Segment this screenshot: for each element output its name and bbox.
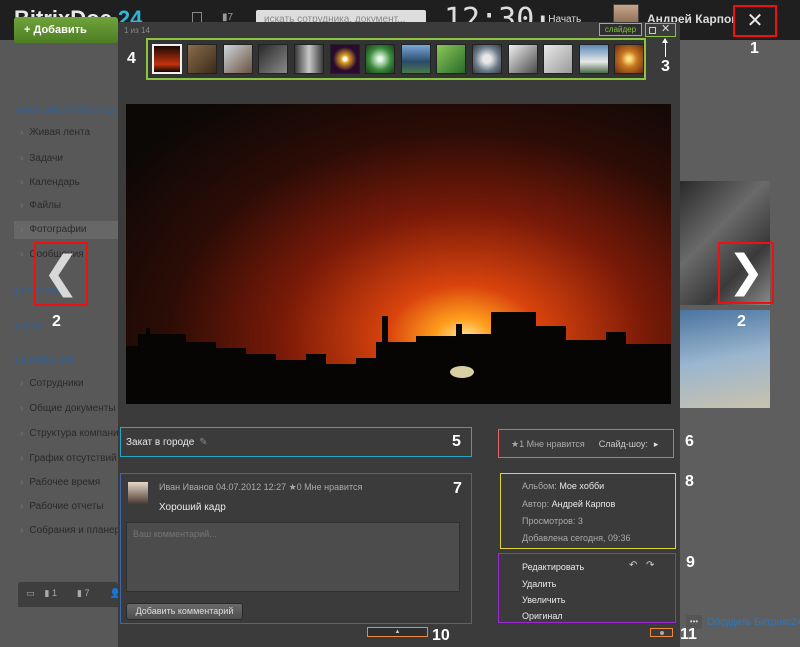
sidebar-item-meetings[interactable]: Собрания и планерки bbox=[20, 525, 118, 536]
callout-number: 10 bbox=[432, 627, 450, 644]
author-link[interactable]: Андрей Карпов bbox=[552, 499, 616, 509]
sidebar-item-employees[interactable]: Сотрудники bbox=[20, 378, 118, 389]
sidebar-item-calendar[interactable]: Календарь bbox=[20, 177, 118, 188]
main-photo[interactable] bbox=[126, 104, 671, 404]
info-album: Альбом: Мое хобби bbox=[522, 481, 605, 491]
callout-number: 11 bbox=[680, 626, 697, 643]
zoom-action[interactable]: Увеличить bbox=[522, 595, 565, 605]
callout-number: 7 bbox=[453, 480, 462, 497]
background-photo bbox=[680, 310, 770, 408]
thumbnail[interactable] bbox=[436, 44, 466, 74]
sidebar-item-live-feed[interactable]: Живая лента bbox=[20, 127, 118, 138]
sidebar-item-documents[interactable]: Общие документы bbox=[20, 403, 118, 414]
album-link[interactable]: Мое хобби bbox=[559, 481, 604, 491]
maximize-icon[interactable] bbox=[649, 27, 656, 34]
sidebar-item-files[interactable]: Файлы bbox=[20, 200, 118, 211]
discuss-link[interactable]: Обсудить Битрикс24 bbox=[707, 617, 800, 628]
close-viewer-button[interactable]: ✕ bbox=[733, 5, 777, 37]
thumbnail[interactable] bbox=[472, 44, 502, 74]
thumbnail[interactable] bbox=[330, 44, 360, 74]
add-comment-button[interactable]: Добавить комментарий bbox=[126, 603, 243, 620]
callout-number: 3 bbox=[661, 58, 670, 75]
edit-pencil-icon[interactable]: ✎ bbox=[199, 437, 207, 448]
section-crm[interactable]: ▮ CRM bbox=[14, 321, 42, 332]
like-button[interactable]: ★1 Мне нравится bbox=[511, 439, 585, 449]
thumbnail[interactable] bbox=[543, 44, 573, 74]
thumbnail[interactable] bbox=[223, 44, 253, 74]
photo-counter: 1 из 14 bbox=[124, 26, 150, 35]
comment-avatar[interactable] bbox=[128, 482, 148, 504]
original-action[interactable]: Оригинал bbox=[522, 611, 563, 621]
section-my-tools[interactable]: ▮ МОИ ИНСТРУМЕНТЫ bbox=[14, 105, 115, 116]
sidebar-item-absence[interactable]: График отсутствий bbox=[20, 453, 118, 464]
thumbnail[interactable] bbox=[258, 44, 288, 74]
rotate-right-icon[interactable]: ↷ bbox=[646, 560, 654, 571]
slider-toggle-button[interactable]: слайдер bbox=[599, 23, 642, 36]
thumbnail[interactable] bbox=[187, 44, 217, 74]
thumbnail[interactable] bbox=[294, 44, 324, 74]
city-silhouette bbox=[126, 312, 671, 404]
callout-number: 2 bbox=[737, 313, 746, 330]
callout-number: 4 bbox=[127, 50, 136, 67]
play-icon[interactable]: ▸ bbox=[654, 439, 659, 449]
add-button[interactable]: + Добавить bbox=[14, 17, 118, 43]
arrow-up-icon bbox=[662, 38, 668, 57]
sidebar-item-tasks[interactable]: Задачи bbox=[20, 153, 118, 164]
sidebar-item-photos[interactable]: Фотографии bbox=[14, 221, 118, 239]
slideshow-button[interactable]: Слайд-шоу: bbox=[599, 439, 648, 449]
prev-photo-button[interactable]: ❮ bbox=[34, 242, 88, 306]
callout-number: 8 bbox=[685, 473, 694, 490]
thumbnail[interactable] bbox=[614, 44, 644, 74]
info-author: Автор: Андрей Карпов bbox=[522, 499, 616, 509]
thumbnail[interactable] bbox=[152, 44, 182, 74]
thumbnail[interactable] bbox=[579, 44, 609, 74]
like-slideshow-bar: ★1 Мне нравится Слайд-шоу: ▸ bbox=[498, 429, 674, 458]
callout-number: 9 bbox=[686, 554, 695, 571]
thumbnail[interactable] bbox=[365, 44, 395, 74]
photo-title[interactable]: Закат в городе ✎ bbox=[120, 427, 472, 457]
info-views: Просмотров: 3 bbox=[522, 516, 583, 526]
rotate-left-icon[interactable]: ↶ bbox=[629, 560, 637, 571]
thumbnail-strip bbox=[146, 38, 646, 80]
thumbnail[interactable] bbox=[508, 44, 538, 74]
section-company[interactable]: ▮ КОМПАНИЯ bbox=[14, 355, 74, 366]
edit-action[interactable]: Редактировать bbox=[522, 562, 584, 572]
sidebar-item-worktime[interactable]: Рабочее время bbox=[20, 477, 118, 488]
callout-number: 2 bbox=[52, 313, 61, 330]
sidebar-item-reports[interactable]: Рабочие отчеты bbox=[20, 501, 118, 512]
sidebar-bottom-bar[interactable]: ▭ ▮ 1 ▮ 7 👤 bbox=[18, 582, 118, 607]
callout-number: 6 bbox=[685, 433, 694, 450]
callout-number: 5 bbox=[452, 433, 461, 450]
thumbnail[interactable] bbox=[401, 44, 431, 74]
collapse-panel-button[interactable]: ▲ bbox=[367, 627, 428, 637]
next-photo-button[interactable]: ❯ bbox=[718, 242, 774, 304]
comment-input[interactable] bbox=[126, 522, 460, 592]
minimize-panel-button[interactable] bbox=[650, 628, 673, 637]
dot-icon bbox=[660, 631, 664, 635]
comment-meta: Иван Иванов 04.07.2012 12:27 ★0 Мне нрав… bbox=[159, 482, 363, 492]
delete-action[interactable]: Удалить bbox=[522, 579, 556, 589]
comment-text: Хороший кадр bbox=[159, 502, 226, 513]
info-added: Добавлена сегодня, 09:36 bbox=[522, 533, 631, 543]
sidebar-item-structure[interactable]: Структура компании bbox=[20, 428, 118, 439]
callout-number: 1 bbox=[750, 40, 759, 57]
close-icon[interactable]: ✕ bbox=[661, 22, 670, 35]
